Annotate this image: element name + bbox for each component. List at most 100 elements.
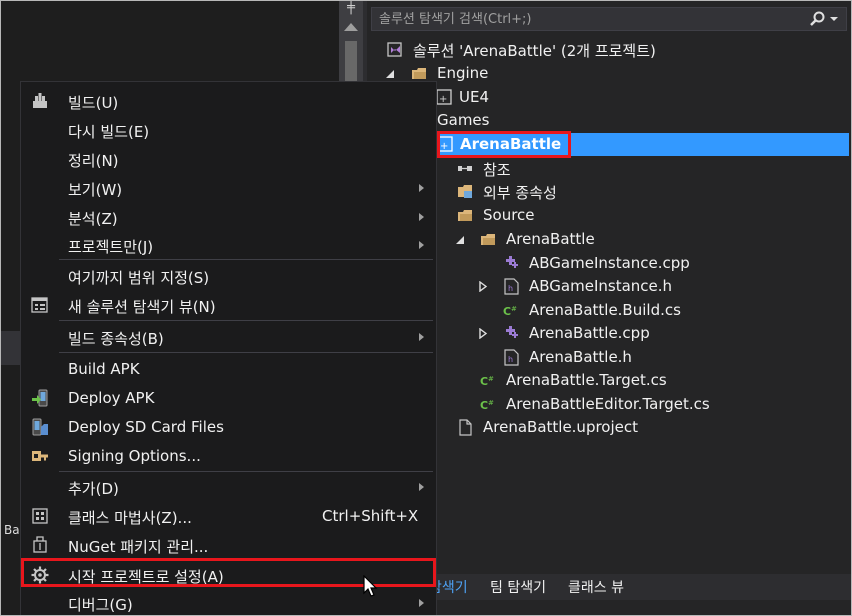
tree-item-abgameinstance-cpp[interactable]: ABGameInstance.cpp	[367, 252, 849, 275]
mouse-cursor-icon	[363, 575, 378, 597]
menu-label: Deploy SD Card Files	[68, 418, 224, 436]
svg-text:h: h	[508, 355, 513, 364]
menu-item-rebuild[interactable]: 다시 빌드(E)	[21, 115, 436, 144]
tree-item-solution[interactable]: 솔루션 'ArenaBattle' (2개 프로젝트)	[367, 38, 849, 61]
visual-studio-window: Ba ╪ 솔루션 'ArenaBattle' (2개 프로젝트)	[0, 0, 852, 616]
menu-label: 시작 프로젝트로 설정(A)	[68, 568, 224, 586]
menu-item-build-apk[interactable]: Build APK	[21, 354, 436, 383]
tree-item-target-cs[interactable]: C # ArenaBattle.Target.cs	[367, 369, 849, 392]
cpp-project-icon: +	[437, 136, 453, 152]
build-icon	[33, 93, 47, 108]
submenu-arrow-icon	[419, 241, 424, 249]
svg-text:+: +	[439, 94, 447, 105]
menu-label: 새 솔루션 탐색기 뷰(N)	[68, 298, 216, 316]
cpp-project-icon: +	[436, 89, 452, 105]
menu-label: 추가(D)	[68, 480, 119, 498]
tree-item-abgameinstance-h[interactable]: h ABGameInstance.h	[367, 275, 849, 298]
tree-item-build-cs[interactable]: C # ArenaBattle.Build.cs	[367, 299, 849, 322]
menu-item-deploy-apk[interactable]: Deploy APK	[21, 383, 436, 412]
menu-item-class-wizard[interactable]: 클래스 마법사(Z)... Ctrl+Shift+X	[21, 501, 436, 530]
tree-item-engine[interactable]: Engine	[367, 62, 849, 85]
project-context-menu: 빌드(U) 다시 빌드(E) 정리(N) 보기(W) 분석(Z) 프로젝트만(J…	[20, 81, 437, 615]
external-dependencies-icon	[458, 185, 472, 198]
scroll-up-arrow-icon[interactable]	[344, 23, 358, 31]
menu-item-signing-options[interactable]: Signing Options...	[21, 441, 436, 470]
tab-team-explorer[interactable]: 팀 탐색기	[490, 577, 546, 597]
folder-icon	[458, 210, 472, 221]
svg-text:C: C	[480, 399, 488, 412]
menu-item-view[interactable]: 보기(W)	[21, 173, 436, 202]
class-wizard-icon	[32, 508, 48, 524]
search-input[interactable]	[372, 8, 802, 30]
menu-item-analyze[interactable]: 분석(Z)	[21, 202, 436, 231]
menu-item-new-explorer-view[interactable]: 새 솔루션 탐색기 뷰(N)	[21, 290, 436, 319]
menu-separator	[59, 259, 433, 260]
menu-item-build[interactable]: 빌드(U)	[21, 86, 436, 115]
menu-label: NuGet 패키지 관리...	[68, 538, 209, 556]
tree-label: 솔루션 'ArenaBattle' (2개 프로젝트)	[413, 42, 656, 60]
file-icon	[459, 419, 472, 436]
tree-label: ABGameInstance.h	[529, 277, 673, 295]
svg-text:#: #	[488, 399, 494, 407]
tree-item-games[interactable]: Games	[367, 109, 849, 132]
csharp-file-icon: C #	[480, 399, 494, 412]
tree-label: 외부 종속성	[483, 184, 557, 202]
collapsed-arrow-icon[interactable]	[478, 281, 488, 292]
solution-explorer-search[interactable]	[371, 7, 847, 31]
tree-label: ArenaBattle.cpp	[529, 324, 650, 342]
search-icon[interactable]	[808, 10, 842, 28]
folder-icon	[481, 234, 495, 245]
tree-item-external-dependencies[interactable]: 외부 종속성	[367, 180, 849, 203]
tree-label: Games	[437, 111, 490, 129]
tree-item-ue4[interactable]: + UE4	[367, 86, 849, 109]
menu-item-clean[interactable]: 정리(N)	[21, 144, 436, 173]
tree-item-editor-target-cs[interactable]: C # ArenaBattleEditor.Target.cs	[367, 393, 849, 416]
tree-item-arenabattle-project[interactable]: + ArenaBattle	[367, 133, 849, 156]
sd-card-icon	[32, 418, 48, 436]
menu-item-nuget[interactable]: NuGet 패키지 관리...	[21, 530, 436, 559]
expanded-arrow-icon[interactable]	[455, 234, 465, 245]
menu-label: 정리(N)	[68, 152, 119, 170]
menu-item-scope-to-this[interactable]: 여기까지 범위 지정(S)	[21, 261, 436, 290]
menu-label: Deploy APK	[68, 389, 155, 407]
tree-label: ArenaBattleEditor.Target.cs	[506, 395, 710, 413]
tree-item-arenabattle-cpp[interactable]: ArenaBattle.cpp	[367, 322, 849, 345]
expanded-arrow-icon[interactable]	[385, 68, 395, 79]
tree-label: Source	[483, 206, 535, 224]
tree-label: ArenaBattle.h	[529, 348, 632, 366]
svg-text:C: C	[503, 305, 511, 318]
collapsed-arrow-icon[interactable]	[478, 328, 488, 339]
menu-label: 빌드 종속성(B)	[68, 330, 164, 348]
tab-class-view[interactable]: 클래스 뷰	[568, 577, 624, 597]
menu-label: 여기까지 범위 지정(S)	[68, 269, 210, 287]
tree-label: 참조	[483, 161, 511, 179]
menu-label: Signing Options...	[68, 447, 201, 465]
cpp-file-icon	[506, 256, 518, 268]
nuget-package-icon	[33, 536, 47, 553]
submenu-arrow-icon	[419, 213, 424, 221]
menu-item-deploy-sd-card[interactable]: Deploy SD Card Files	[21, 412, 436, 441]
csharp-file-icon: C #	[480, 375, 494, 388]
tree-item-arenabattle-h[interactable]: h ArenaBattle.h	[367, 346, 849, 369]
tree-label: ArenaBattle.Target.cs	[506, 371, 667, 389]
svg-text:+: +	[440, 141, 448, 152]
folder-icon	[412, 68, 426, 79]
menu-item-build-dependencies[interactable]: 빌드 종속성(B)	[21, 322, 436, 351]
tree-label: ArenaBattle	[460, 135, 562, 153]
menu-item-add[interactable]: 추가(D)	[21, 472, 436, 501]
menu-item-project-only[interactable]: 프로젝트만(J)	[21, 230, 436, 259]
tree-item-references[interactable]: 참조	[367, 157, 849, 180]
menu-separator	[59, 320, 433, 321]
tree-label: ArenaBattle.uproject	[483, 418, 639, 436]
vs-solution-icon	[387, 42, 402, 57]
solution-explorer-panel: 솔루션 'ArenaBattle' (2개 프로젝트) Engine + UE4…	[367, 1, 851, 615]
tree-item-arenabattle-folder[interactable]: ArenaBattle	[367, 228, 849, 251]
editor-partial-text: Ba	[4, 523, 20, 537]
split-handle-icon[interactable]: ╪	[344, 1, 358, 17]
new-explorer-view-icon	[31, 297, 48, 313]
menu-label: 보기(W)	[68, 181, 123, 199]
tree-item-source[interactable]: Source	[367, 204, 849, 227]
tree-item-uproject[interactable]: ArenaBattle.uproject	[367, 416, 849, 439]
gear-icon	[31, 566, 49, 584]
key-icon	[32, 451, 48, 461]
